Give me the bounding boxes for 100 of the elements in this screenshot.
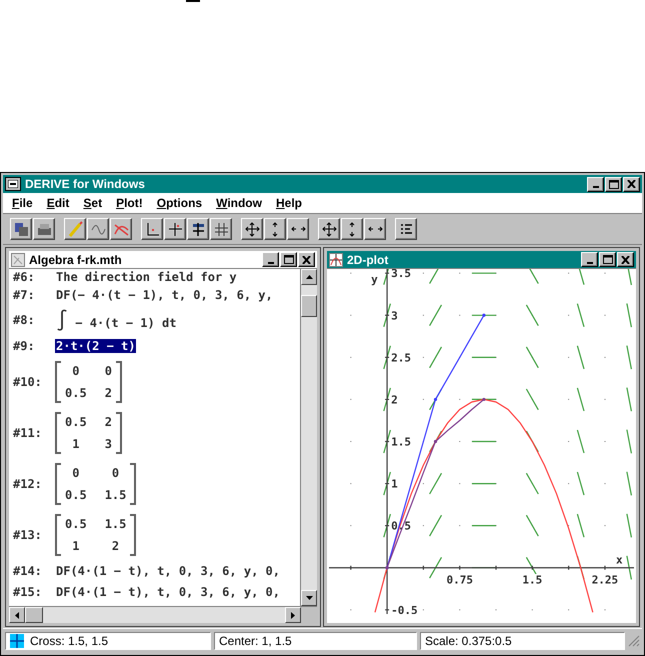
expression[interactable]: 2·t·(2 − t) [55,338,136,352]
x-tick-label: 1.5 [522,574,542,587]
data-point [434,440,438,444]
line-label: #13: [13,528,43,542]
minimize-button[interactable] [262,252,279,267]
expression[interactable]: DF(− 4·(t − 1), t, 0, 3, 6, y, [55,288,274,302]
close-icon [621,256,630,264]
minimize-button[interactable] [581,252,598,267]
system-menu-icon [8,180,18,188]
menu-item[interactable]: Set [76,196,110,210]
toolbar-button[interactable] [364,218,386,240]
close-button[interactable] [623,176,640,192]
toolbar-button[interactable] [10,218,32,240]
matrix[interactable]: 0.5 1.5 1 2 [55,514,136,556]
maximize-icon [602,255,612,264]
minimize-button[interactable] [587,176,604,192]
toolbar-button[interactable] [287,218,309,240]
maximize-button[interactable] [280,252,297,267]
pencil-icon [66,220,84,238]
toolbar-button[interactable] [64,218,86,240]
x-tick-label: 2.25 [592,574,618,587]
four-arrows-icon [244,220,260,238]
data-point [482,398,486,402]
y-tick-label: 1 [391,478,398,491]
center-coordinates: Center: 1, 1.5 [219,634,292,648]
toolbar-button[interactable] [141,218,163,240]
expression[interactable]: The direction field for y [55,270,238,284]
toolbar-button[interactable] [395,218,417,240]
system-menu-button[interactable] [5,177,21,191]
data-point [434,398,438,402]
line-label: #7: [13,288,36,302]
cross-coordinates: Cross: 1.5, 1.5 [30,634,108,648]
close-icon [302,256,311,264]
cross-icon [166,220,184,238]
menu-item[interactable]: File [5,196,40,210]
scale-readout: Scale: 0.375:0.5 [425,634,512,648]
toolbar-button[interactable] [164,218,186,240]
minimize-icon [586,262,592,264]
y-tick-label: 3.5 [391,269,411,280]
menu-item[interactable]: Plot! [109,196,150,210]
line-label: #11: [13,426,43,440]
menu-item[interactable]: Window [209,196,269,210]
menu-item[interactable]: Help [268,196,309,210]
close-button[interactable] [617,252,634,267]
horizontal-scrollbar[interactable] [9,607,301,623]
maximize-button[interactable] [599,252,616,267]
y-tick-label: 2 [391,393,398,406]
grid-icon [10,634,24,648]
matrix[interactable]: 0 0 0.5 1.5 [55,462,136,504]
maximize-button[interactable] [605,176,622,192]
scroll-left-button[interactable] [9,607,25,623]
maximize-icon [284,255,294,264]
scroll-up-button[interactable] [301,269,317,285]
scrollbar-corner [301,607,317,623]
grid-icon [212,220,230,238]
down-arrow-icon [306,596,312,600]
line-label: #8: [13,313,36,327]
toolbar-button[interactable] [241,218,263,240]
matrix[interactable]: 0.5 2 1 3 [55,412,122,454]
toolbar-button[interactable] [210,218,232,240]
line-label: #10: [13,374,43,388]
toolbar-button[interactable] [33,218,55,240]
vertical-scrollbar[interactable] [300,269,317,606]
expression[interactable]: DF(4·(1 − t), t, 0, 3, 6, y, 0, [55,584,281,598]
toolbar-button[interactable] [110,218,132,240]
y-tick-label: -0.5 [391,604,418,614]
up-arrow-icon [306,275,312,279]
menu-item[interactable]: Options [150,196,210,210]
toolbar-button[interactable] [264,218,286,240]
matrix[interactable]: 0 0 0.5 2 [55,360,122,402]
resize-grip-icon[interactable] [628,635,640,647]
maximize-icon [608,180,618,188]
y-tick-label: 1.5 [391,436,411,448]
line-label: #9: [13,338,36,352]
scroll-right-button[interactable] [285,607,301,623]
x-tick-label: 0.75 [446,574,473,587]
toolbar-button[interactable] [187,218,209,240]
window-title: Algebra f-rk.mth [29,252,122,266]
scroll-thumb[interactable] [301,295,317,317]
data-point [482,314,486,317]
toolbar-button[interactable] [87,218,109,240]
minimize-icon [268,262,274,264]
close-button[interactable] [298,252,315,267]
close-icon [627,180,636,188]
expression[interactable]: DF(4·(1 − t), t, 0, 3, 6, y, 0, [55,564,281,578]
line-label: #12: [13,476,43,490]
scroll-thumb[interactable] [25,607,43,623]
toolbar-button[interactable] [318,218,340,240]
line-label: #15: [13,584,43,598]
window-title: 2D-plot [347,252,388,266]
window-title: DERIVE for Windows [25,177,145,191]
menu-item[interactable]: Edit [40,196,76,210]
y-tick-label: 3 [391,309,398,322]
y-axis-label: y [371,273,378,286]
expression[interactable]: ∫ − 4·(t − 1) dt [55,308,178,332]
line-label: #6: [13,270,36,284]
minimize-icon [592,186,598,188]
line-label: #14: [13,564,43,578]
toolbar-button[interactable] [341,218,363,240]
scroll-down-button[interactable] [301,590,317,606]
